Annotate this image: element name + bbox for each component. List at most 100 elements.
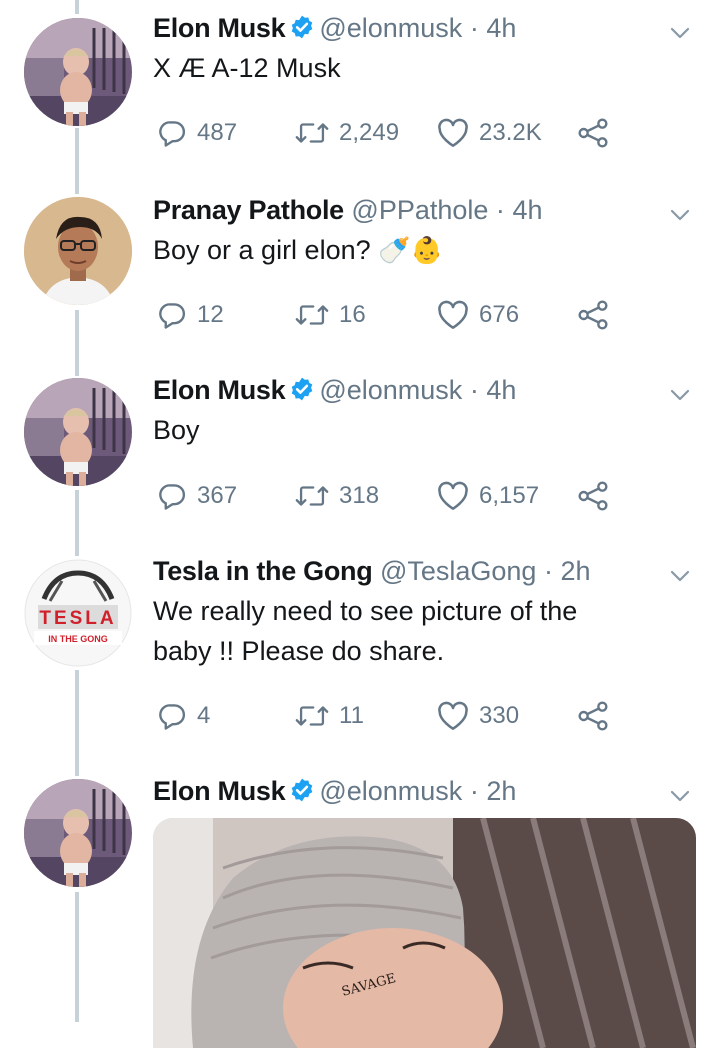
author-handle[interactable]: @elonmusk <box>319 375 462 405</box>
tweet-text-line: We really need to see picture of the <box>153 596 578 626</box>
newborn-baby-photo: SAVAGE <box>153 818 696 1048</box>
logo-subtext: IN THE GONG <box>48 634 108 644</box>
thread-line <box>75 310 79 376</box>
reply-count: 12 <box>197 301 224 328</box>
reply-count: 367 <box>197 482 238 509</box>
chevron-down-icon[interactable] <box>668 198 692 238</box>
tweet-text: Boy or a girl elon? 🍼👶 <box>153 230 680 270</box>
share-button[interactable] <box>577 295 609 335</box>
retweet-button[interactable]: 16 <box>295 295 366 335</box>
baby-photo-avatar <box>24 378 132 486</box>
heart-icon <box>438 300 468 329</box>
avatar[interactable]: TESLA IN THE GONG <box>24 559 132 667</box>
thread-line <box>75 128 79 194</box>
avatar[interactable] <box>24 18 132 126</box>
separator-dot: · <box>469 13 479 43</box>
thread-line <box>75 0 79 14</box>
separator-dot: · <box>469 375 479 405</box>
reply-count: 4 <box>197 702 211 729</box>
verified-badge-icon <box>289 774 315 814</box>
tweet-text-body: Boy or a girl elon? <box>153 235 371 265</box>
share-button[interactable] <box>577 476 609 516</box>
reply-count: 487 <box>197 119 238 146</box>
like-count: 23.2K <box>479 119 542 146</box>
tweet-text-line: baby !! Please do share. <box>153 636 445 666</box>
timestamp[interactable]: 2h <box>486 776 516 806</box>
like-count: 330 <box>479 702 520 729</box>
author-name[interactable]: Elon Musk <box>153 375 286 405</box>
baby-bottle-and-baby-emoji: 🍼👶 <box>378 235 443 265</box>
like-button[interactable]: 6,157 <box>437 476 539 516</box>
chevron-down-icon[interactable] <box>668 378 692 418</box>
retweet-count: 318 <box>339 482 380 509</box>
retweet-count: 11 <box>339 702 364 729</box>
retweet-icon <box>295 123 329 143</box>
person-photo-avatar <box>24 197 132 305</box>
author-handle[interactable]: @TeslaGong <box>380 556 537 586</box>
retweet-count: 2,249 <box>339 119 400 146</box>
separator-dot: · <box>543 556 553 586</box>
like-button[interactable]: 330 <box>437 696 519 736</box>
verified-badge-icon <box>289 11 315 51</box>
action-bar: 12 16 676 <box>153 295 623 335</box>
tweet-content: Elon Musk @elonmusk · 2h <box>153 771 690 814</box>
tweet-media-image[interactable]: SAVAGE <box>153 818 696 1048</box>
tweet-text: Boy <box>153 415 200 445</box>
share-icon <box>578 118 608 148</box>
chevron-down-icon[interactable] <box>668 559 692 599</box>
reply-button[interactable]: 12 <box>157 295 224 335</box>
share-icon <box>578 701 608 731</box>
reply-button[interactable]: 367 <box>157 476 237 516</box>
action-bar: 367 318 6,157 <box>153 476 623 516</box>
tweet-header: Elon Musk @elonmusk · 4h <box>153 8 690 51</box>
reply-button[interactable]: 487 <box>157 113 237 153</box>
reply-icon <box>159 121 186 147</box>
author-handle[interactable]: @elonmusk <box>319 776 462 806</box>
timestamp[interactable]: 2h <box>560 556 590 586</box>
share-button[interactable] <box>577 696 609 736</box>
chevron-down-icon[interactable] <box>668 779 692 819</box>
tweet-content: Pranay Pathole @PPathole · 4h Boy or a g… <box>153 190 690 270</box>
heart-icon <box>438 701 468 730</box>
like-button[interactable]: 23.2K <box>437 113 542 153</box>
timestamp[interactable]: 4h <box>486 13 516 43</box>
author-name[interactable]: Tesla in the Gong <box>153 556 373 586</box>
reply-icon <box>159 704 186 730</box>
retweet-button[interactable]: 2,249 <box>295 113 399 153</box>
reply-button[interactable]: 4 <box>157 696 210 736</box>
author-handle[interactable]: @PPathole <box>351 195 488 225</box>
retweet-icon <box>295 706 329 726</box>
author-name[interactable]: Elon Musk <box>153 776 286 806</box>
retweet-button[interactable]: 318 <box>295 476 379 516</box>
tweet-content: Elon Musk @elonmusk · 4h X Æ A-12 Musk <box>153 8 690 88</box>
author-name[interactable]: Elon Musk <box>153 13 286 43</box>
share-icon <box>578 300 608 330</box>
timestamp[interactable]: 4h <box>512 195 542 225</box>
chevron-down-icon[interactable] <box>668 16 692 56</box>
verified-badge-icon <box>289 373 315 413</box>
separator-dot: · <box>495 195 505 225</box>
tweet-header: Pranay Pathole @PPathole · 4h <box>153 190 690 230</box>
tweet[interactable]: Elon Musk @elonmusk · 2h SAVAGE <box>0 771 720 1048</box>
author-handle[interactable]: @elonmusk <box>319 13 462 43</box>
share-button[interactable] <box>577 113 609 153</box>
avatar[interactable] <box>24 378 132 486</box>
tweet-header: Tesla in the Gong @TeslaGong · 2h <box>153 551 690 591</box>
retweet-count: 16 <box>339 301 366 328</box>
action-bar: 487 2,249 23.2K <box>153 113 623 153</box>
tweet-text: X Æ A-12 Musk <box>153 53 341 83</box>
tweet-header: Elon Musk @elonmusk · 4h <box>153 370 690 413</box>
avatar[interactable] <box>24 197 132 305</box>
heart-icon <box>438 118 468 147</box>
timestamp[interactable]: 4h <box>486 375 516 405</box>
like-count: 6,157 <box>479 482 540 509</box>
share-icon <box>578 481 608 511</box>
tweet-text: We really need to see picture of the bab… <box>153 591 680 671</box>
retweet-button[interactable]: 11 <box>295 696 364 736</box>
avatar[interactable] <box>24 779 132 887</box>
like-button[interactable]: 676 <box>437 295 519 335</box>
thread-line <box>75 490 79 556</box>
author-name[interactable]: Pranay Pathole <box>153 195 344 225</box>
tesla-gong-logo-avatar: TESLA IN THE GONG <box>24 559 132 667</box>
baby-photo-avatar <box>24 779 132 887</box>
